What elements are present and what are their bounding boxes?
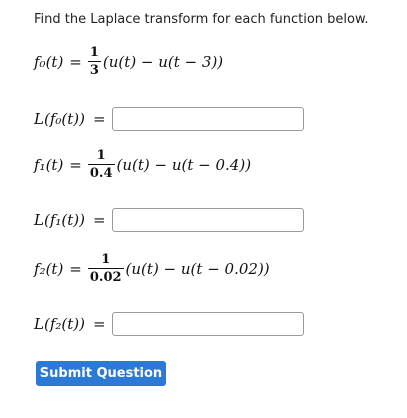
equals-sign: = [69, 155, 82, 174]
answer-f1-label: L(f₁(t)) [34, 211, 85, 229]
equals-sign: = [69, 52, 82, 71]
answer-row-f0: L(f₀(t)) = [34, 107, 304, 131]
function-f2: f₂(t) = 1 0.02 (u(t) − u(t − 0.02)) [34, 253, 270, 284]
fraction-denominator: 3 [87, 61, 101, 78]
answer-f1-input[interactable] [111, 208, 304, 232]
fraction: 1 3 [87, 45, 101, 78]
function-f1: f₁(t) = 1 0.4 (u(t) − u(t − 0.4)) [34, 149, 251, 180]
answer-f2-input[interactable] [111, 312, 304, 336]
function-f1-expression: (u(t) − u(t − 0.4)) [116, 155, 252, 174]
fraction-numerator: 1 [101, 252, 111, 267]
question-prompt: Find the Laplace transform for each func… [34, 12, 369, 27]
fraction-numerator: 1 [96, 148, 106, 163]
function-f0-expression: (u(t) − u(t − 3)) [102, 52, 224, 71]
equals-sign: = [92, 211, 106, 229]
submit-question-button[interactable]: Submit Question [36, 361, 166, 386]
function-f1-name: f₁(t) [34, 155, 64, 174]
fraction: 1 0.02 [87, 252, 124, 285]
answer-f0-input[interactable] [111, 107, 304, 131]
fraction-numerator: 1 [89, 45, 99, 60]
answer-f2-label: L(f₂(t)) [34, 315, 85, 333]
equals-sign: = [92, 315, 106, 333]
function-f2-name: f₂(t) [34, 259, 64, 278]
answer-f0-label: L(f₀(t)) [34, 110, 85, 128]
function-f0: f₀(t) = 1 3 (u(t) − u(t − 3)) [34, 46, 223, 77]
fraction: 1 0.4 [87, 148, 115, 181]
equals-sign: = [92, 110, 106, 128]
function-f2-expression: (u(t) − u(t − 0.02)) [125, 259, 270, 278]
fraction-denominator: 0.4 [87, 164, 115, 181]
equals-sign: = [69, 259, 82, 278]
function-f0-name: f₀(t) [34, 52, 64, 71]
fraction-denominator: 0.02 [87, 268, 124, 285]
answer-row-f2: L(f₂(t)) = [34, 312, 304, 336]
answer-row-f1: L(f₁(t)) = [34, 208, 304, 232]
